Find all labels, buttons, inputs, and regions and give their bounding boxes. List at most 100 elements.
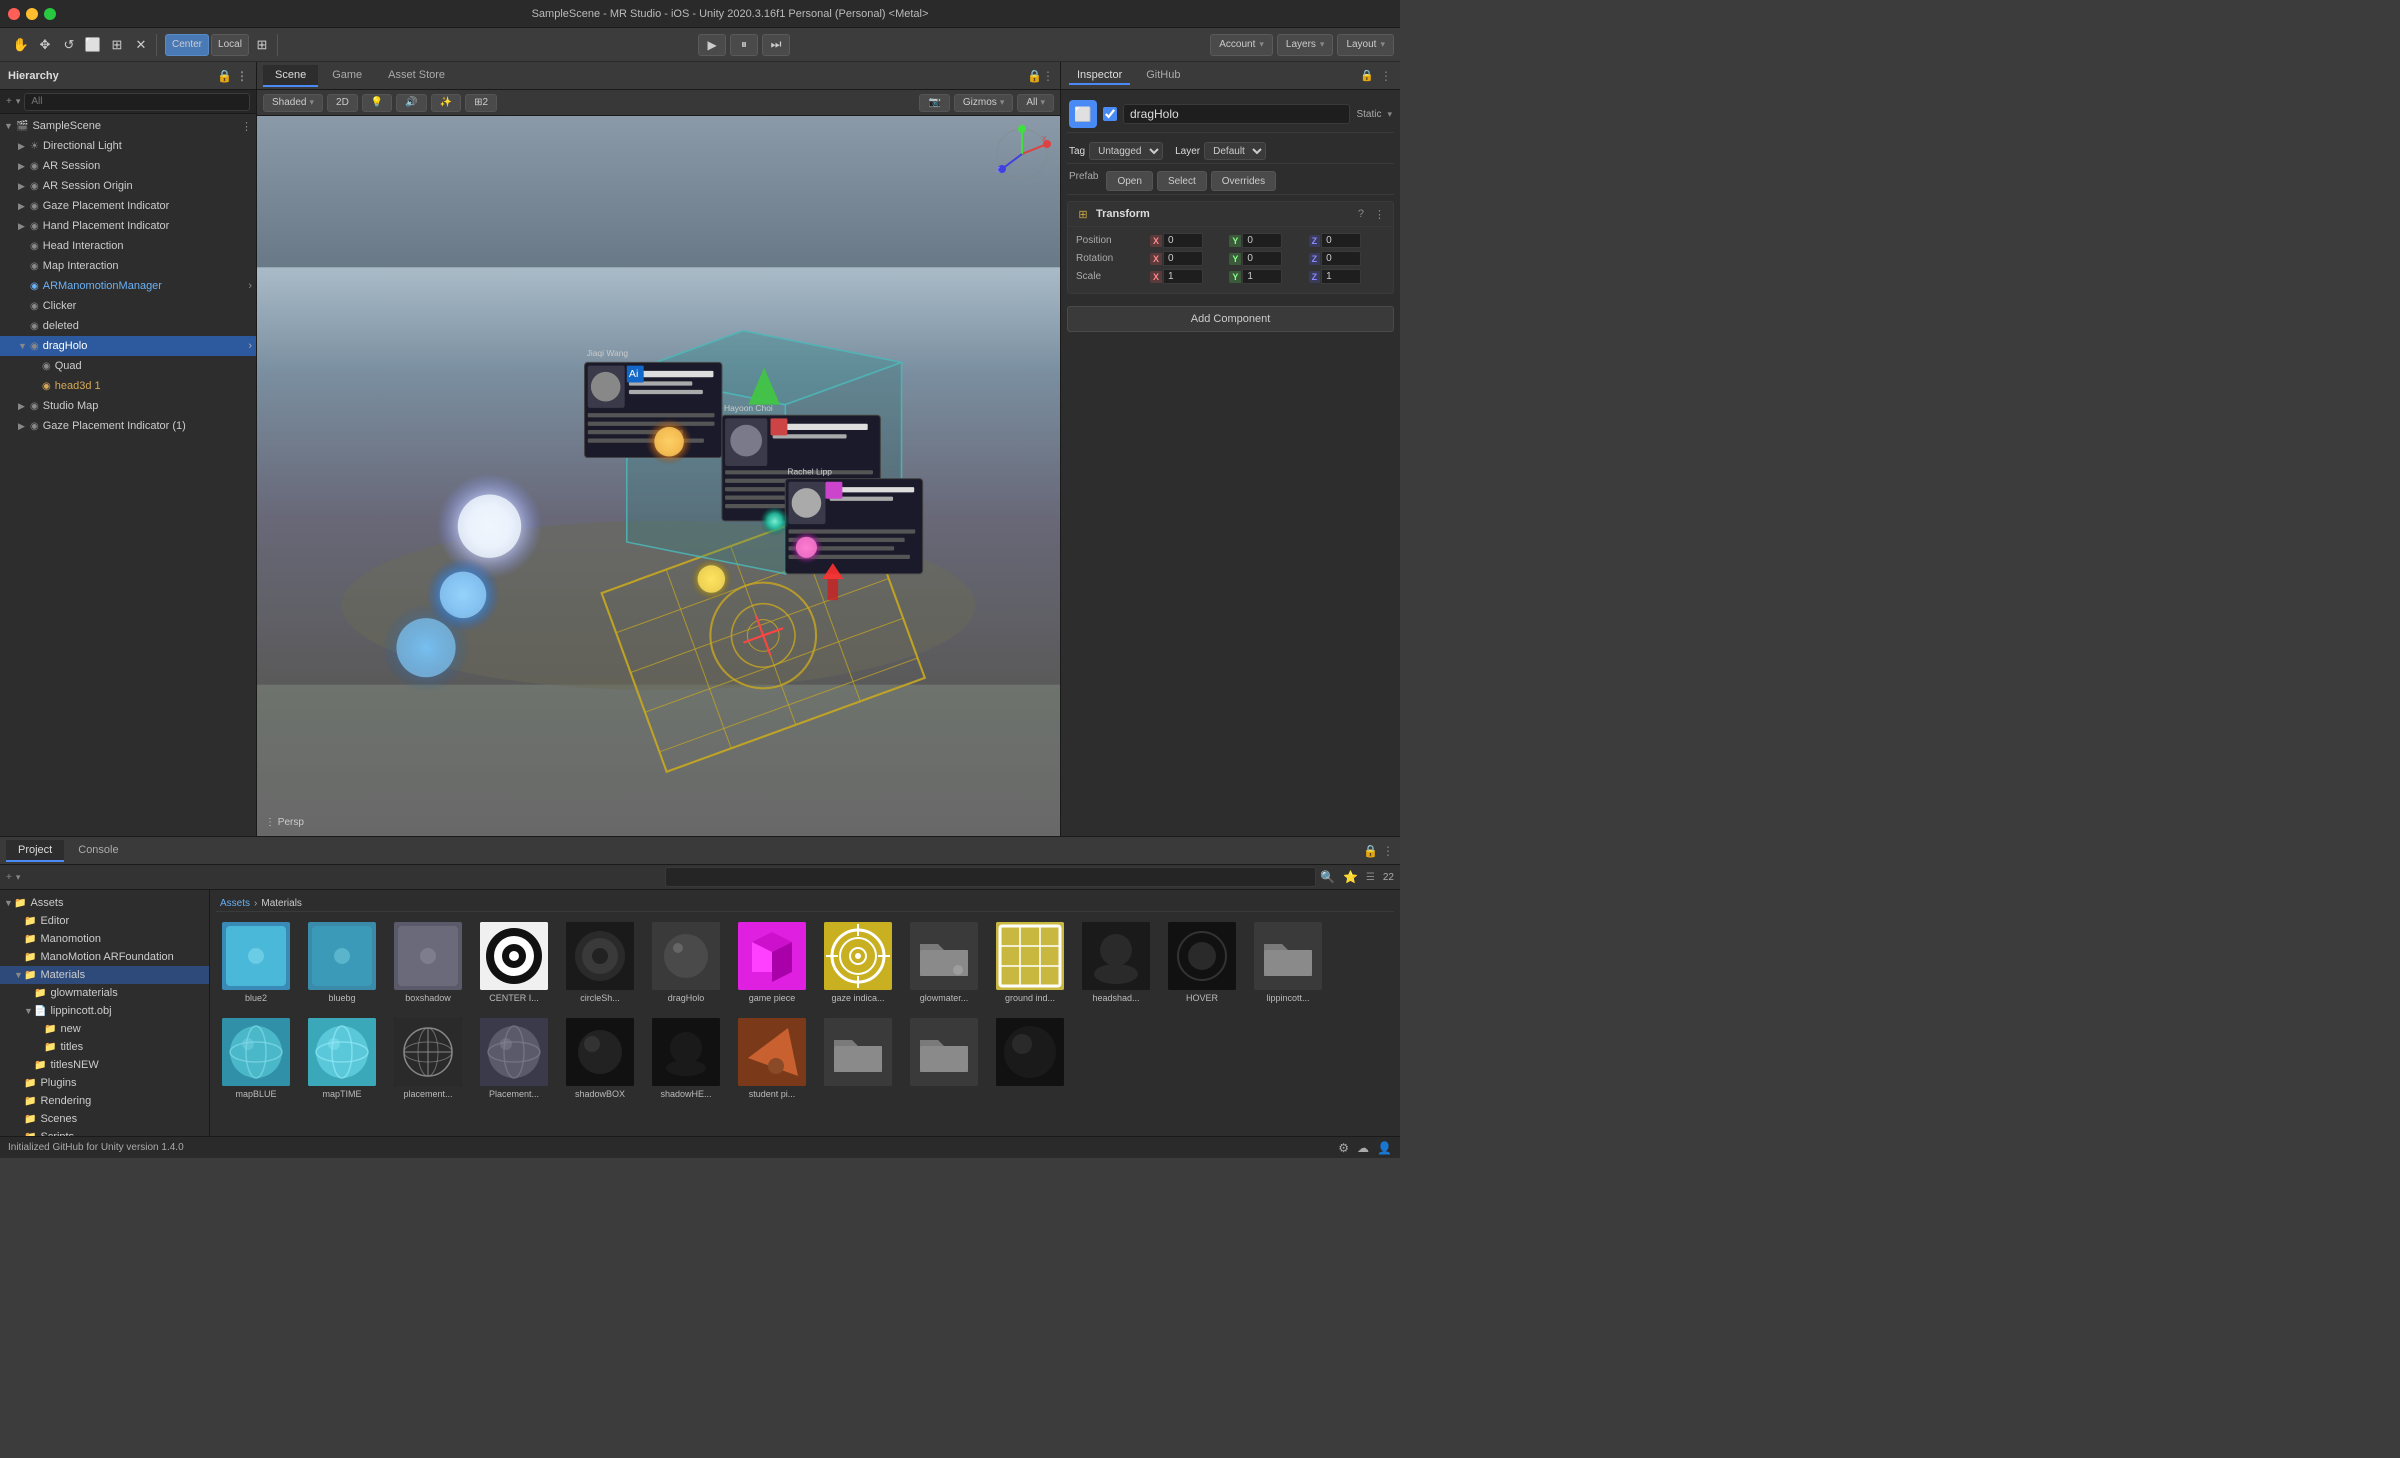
hierarchy-item-armanomotion[interactable]: ◉ ARManomotionManager › (0, 276, 256, 296)
add-component-button[interactable]: Add Component (1067, 306, 1394, 332)
scale-z-input[interactable] (1321, 269, 1361, 284)
tree-item-titlesnew[interactable]: 📁 titlesNEW (0, 1056, 209, 1074)
shading-dropdown[interactable]: Shaded ▾ (263, 94, 323, 112)
tab-console[interactable]: Console (66, 840, 130, 862)
light-button[interactable]: 💡 (362, 94, 392, 112)
viewport[interactable]: Ai Jiaqi Wang Hayoon Choi (257, 116, 1060, 836)
hierarchy-item-ar-session-origin[interactable]: ▶ ◉ AR Session Origin (0, 176, 256, 196)
rot-y-input[interactable] (1242, 251, 1282, 266)
render-btn[interactable]: ⊞2 (465, 94, 497, 112)
tree-item-materials[interactable]: ▼ 📁 Materials (0, 966, 209, 984)
scale-y-input[interactable] (1242, 269, 1282, 284)
rect-tool[interactable]: ⊞ (106, 34, 128, 56)
pos-x-input[interactable] (1163, 233, 1203, 248)
status-icon-2[interactable]: ☁ (1357, 1141, 1369, 1155)
rot-z-input[interactable] (1321, 251, 1361, 266)
tab-github[interactable]: GitHub (1138, 67, 1188, 85)
layout-dropdown[interactable]: Layout ▾ (1337, 34, 1394, 56)
tab-inspector[interactable]: Inspector (1069, 67, 1130, 85)
overrides-button[interactable]: Overrides (1211, 171, 1276, 191)
breadcrumb-assets[interactable]: Assets (220, 898, 250, 909)
close-button[interactable] (8, 8, 20, 20)
layer-select[interactable]: Default (1204, 142, 1266, 160)
component-more[interactable]: ⋮ (1374, 208, 1385, 221)
audio-button[interactable]: 🔊 (396, 94, 426, 112)
tab-game[interactable]: Game (320, 65, 374, 87)
pos-y-input[interactable] (1242, 233, 1282, 248)
hierarchy-item-head-interaction[interactable]: ◉ Head Interaction (0, 236, 256, 256)
hierarchy-item-directional-light[interactable]: ▶ ☀ Directional Light (0, 136, 256, 156)
tab-asset-store[interactable]: Asset Store (376, 65, 457, 87)
search-icon[interactable]: 🔍 (1320, 870, 1335, 884)
asset-placement2[interactable]: Placement... (474, 1014, 554, 1104)
asset-folder1[interactable] (818, 1014, 898, 1104)
tree-item-plugins[interactable]: 📁 Plugins (0, 1074, 209, 1092)
hierarchy-item-deleted[interactable]: ◉ deleted (0, 316, 256, 336)
asset-lippincott[interactable]: lippincott... (1248, 918, 1328, 1008)
tree-item-titles[interactable]: 📁 titles (0, 1038, 209, 1056)
asset-maptime[interactable]: mapTIME (302, 1014, 382, 1104)
filter-icon[interactable]: ☰ (1366, 872, 1375, 883)
asset-ground[interactable]: ground ind... (990, 918, 1070, 1008)
hierarchy-search-input[interactable] (24, 93, 250, 111)
asset-bluebg[interactable]: bluebg (302, 918, 382, 1008)
asset-hover[interactable]: HOVER (1162, 918, 1242, 1008)
layers-dropdown[interactable]: Layers ▾ (1277, 34, 1334, 56)
tree-item-glowmaterials[interactable]: 📁 glowmaterials (0, 984, 209, 1002)
scene-menu[interactable]: ⋮ (241, 120, 252, 133)
inspector-lock[interactable]: 🔒 (1360, 69, 1374, 83)
tab-scene[interactable]: Scene (263, 65, 318, 87)
add-icon[interactable]: + (6, 872, 12, 883)
tree-item-editor[interactable]: 📁 Editor (0, 912, 209, 930)
hierarchy-item-ar-session[interactable]: ▶ ◉ AR Session (0, 156, 256, 176)
asset-circleshad[interactable]: circleSh... (560, 918, 640, 1008)
static-chevron[interactable]: ▾ (1387, 109, 1392, 120)
minimize-button[interactable] (26, 8, 38, 20)
asset-glowmater[interactable]: glowmater... (904, 918, 984, 1008)
asset-headshad[interactable]: headshad... (1076, 918, 1156, 1008)
hierarchy-scene-root[interactable]: ▼ 🎬 SampleScene ⋮ (0, 116, 256, 136)
transform-header[interactable]: ⊞ Transform ? ⋮ (1068, 202, 1393, 227)
tree-item-scenes[interactable]: 📁 Scenes (0, 1110, 209, 1128)
breadcrumb-materials[interactable]: Materials (261, 898, 302, 909)
project-lock[interactable]: 🔒 (1363, 844, 1378, 858)
hierarchy-item-studio-map[interactable]: ▶ ◉ Studio Map (0, 396, 256, 416)
asset-boxshadow[interactable]: boxshadow (388, 918, 468, 1008)
tree-item-rendering[interactable]: 📁 Rendering (0, 1092, 209, 1110)
account-dropdown[interactable]: Account ▾ (1210, 34, 1273, 56)
tree-item-manomotion[interactable]: 📁 Manomotion (0, 930, 209, 948)
pos-z-input[interactable] (1321, 233, 1361, 248)
obj-name-input[interactable] (1123, 104, 1350, 124)
asset-center[interactable]: CENTER I... (474, 918, 554, 1008)
all-dropdown[interactable]: All ▾ (1017, 94, 1054, 112)
hand-tool[interactable]: ✋ (10, 34, 32, 56)
pause-button[interactable]: ⏸ (730, 34, 758, 56)
hierarchy-item-gaze-1[interactable]: ▶ ◉ Gaze Placement Indicator (1) (0, 416, 256, 436)
2d-button[interactable]: 2D (327, 94, 358, 112)
project-menu[interactable]: ⋮ (1382, 844, 1394, 858)
hierarchy-item-clicker[interactable]: ◉ Clicker (0, 296, 256, 316)
tree-item-lippincott[interactable]: ▼ 📄 lippincott.obj (0, 1002, 209, 1020)
hierarchy-item-gaze-placement[interactable]: ▶ ◉ Gaze Placement Indicator (0, 196, 256, 216)
hierarchy-item-quad[interactable]: ◉ Quad (0, 356, 256, 376)
open-button[interactable]: Open (1106, 171, 1152, 191)
select-button[interactable]: Select (1157, 171, 1207, 191)
hierarchy-item-dragholo[interactable]: ▼ ◉ dragHolo › (0, 336, 256, 356)
tag-select[interactable]: Untagged (1089, 142, 1163, 160)
asset-mapblue[interactable]: mapBLUE (216, 1014, 296, 1104)
play-button[interactable]: ▶ (698, 34, 726, 56)
tree-item-scripts[interactable]: 📁 Scripts (0, 1128, 209, 1136)
hierarchy-item-head3d1[interactable]: ◉ head3d 1 (0, 376, 256, 396)
fx-button[interactable]: ✨ (431, 94, 461, 112)
hierarchy-item-map-interaction[interactable]: ◉ Map Interaction (0, 256, 256, 276)
tree-item-manomotion-ar[interactable]: 📁 ManoMotion ARFoundation (0, 948, 209, 966)
status-icon-1[interactable]: ⚙ (1338, 1141, 1349, 1155)
scale-tool[interactable]: ⬜ (82, 34, 104, 56)
scene-menu[interactable]: ⋮ (1042, 69, 1054, 83)
scale-x-input[interactable] (1163, 269, 1203, 284)
inspector-menu[interactable]: ⋮ (1380, 69, 1392, 83)
local-button[interactable]: Local (211, 34, 249, 56)
asset-dark-sphere[interactable] (990, 1014, 1070, 1104)
grid-button[interactable]: ⊞ (251, 34, 273, 56)
asset-dragholo[interactable]: dragHolo (646, 918, 726, 1008)
